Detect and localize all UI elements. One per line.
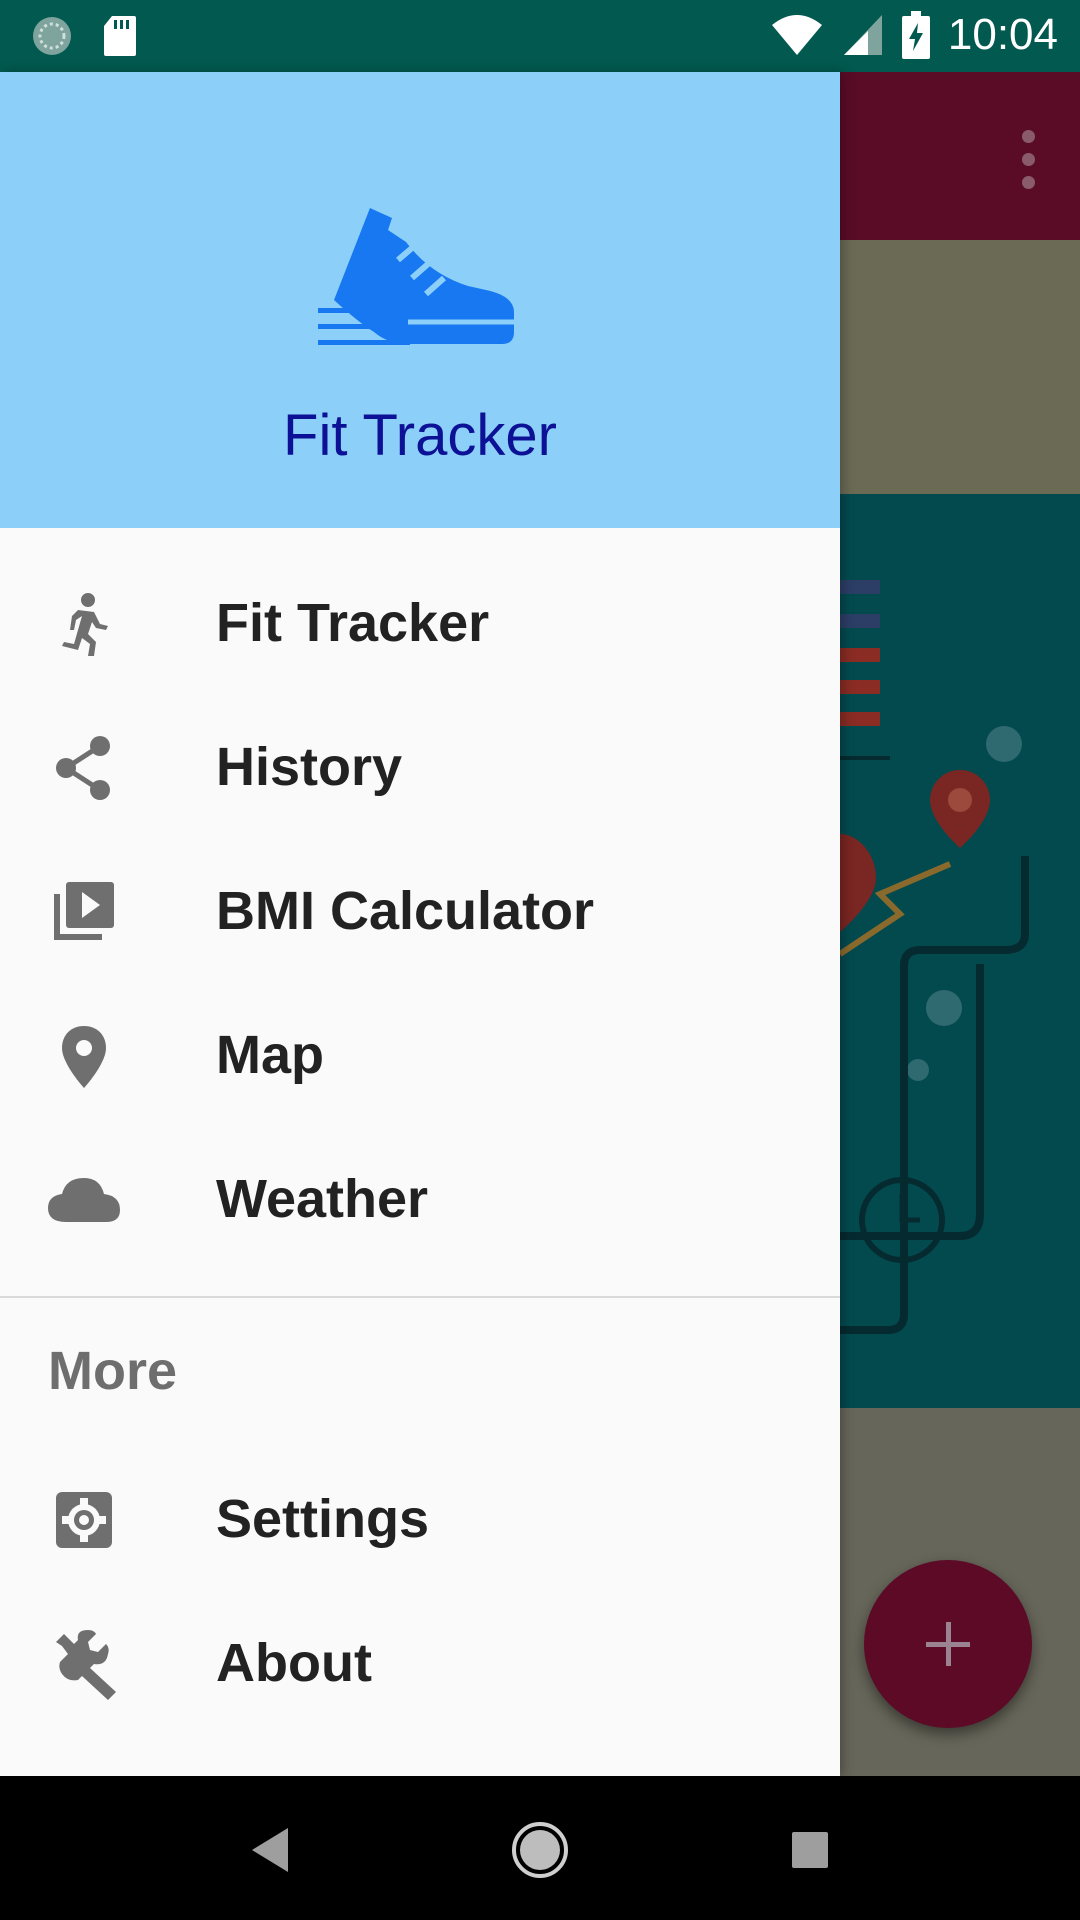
battery-charging-icon xyxy=(901,11,930,59)
drawer-item-label: Map xyxy=(216,1025,324,1085)
navigation-bar xyxy=(0,1776,1080,1920)
drawer-item-map[interactable]: Map xyxy=(0,984,840,1128)
sync-icon xyxy=(33,17,71,55)
drawer-item-weather[interactable]: Weather xyxy=(0,1128,840,1272)
cloud-icon xyxy=(48,1178,120,1222)
directions-run-icon xyxy=(62,593,108,656)
share-icon xyxy=(56,736,110,800)
back-icon[interactable] xyxy=(250,1814,290,1886)
drawer-header: Fit Tracker xyxy=(0,72,840,528)
navigation-drawer: Fit Tracker Fit Tracker History BMI Calc… xyxy=(0,72,840,1776)
drawer-item-label: Weather xyxy=(216,1169,429,1229)
drawer-item-label: BMI Calculator xyxy=(216,881,595,941)
drawer-item-fit-tracker[interactable]: Fit Tracker xyxy=(0,552,840,696)
drawer-title: Fit Tracker xyxy=(283,403,557,468)
drawer-item-settings[interactable]: Settings xyxy=(0,1448,840,1592)
drawer-item-label: Settings xyxy=(216,1489,430,1549)
drawer-item-history[interactable]: History xyxy=(0,696,840,840)
drawer-divider xyxy=(0,1296,840,1298)
add-fab-button[interactable] xyxy=(864,1560,1032,1728)
drawer-item-bmi-calculator[interactable]: BMI Calculator xyxy=(0,840,840,984)
home-icon[interactable] xyxy=(510,1814,570,1886)
cell-signal-icon xyxy=(843,15,882,55)
recents-icon[interactable] xyxy=(790,1814,830,1886)
video-library-icon xyxy=(54,882,114,940)
clock: 10:04 xyxy=(947,10,1058,59)
drawer-item-label: History xyxy=(216,737,403,797)
sd-card-icon xyxy=(104,16,136,56)
running-shoe-icon xyxy=(318,208,514,345)
overflow-menu-icon[interactable] xyxy=(1022,130,1036,199)
status-bar: 10:04 xyxy=(0,0,1080,72)
drawer-item-about[interactable]: About xyxy=(0,1592,840,1736)
section-title-more: More xyxy=(48,1341,178,1401)
settings-icon xyxy=(56,1492,112,1548)
drawer-item-label: Fit Tracker xyxy=(216,593,490,653)
wrench-icon xyxy=(56,1630,116,1700)
location-pin-icon xyxy=(62,1026,106,1088)
wifi-icon xyxy=(771,15,822,55)
drawer-item-label: About xyxy=(216,1633,372,1693)
